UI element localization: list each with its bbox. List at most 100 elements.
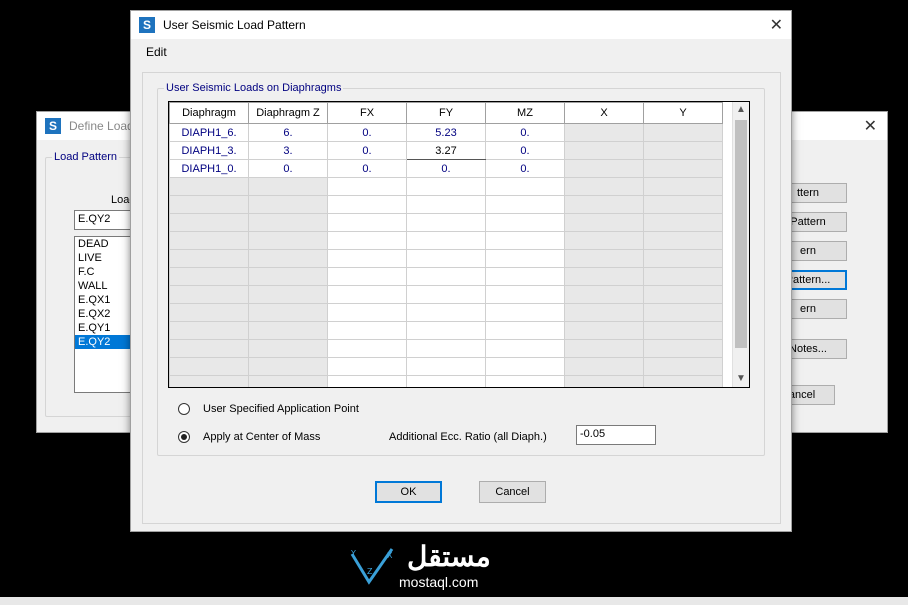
table-row: DIAPH1_3. 3. 0. 3.27 0. <box>169 141 723 160</box>
scroll-up-icon[interactable]: ▲ <box>733 102 749 118</box>
grid-cell <box>564 195 644 214</box>
grid-cell <box>406 375 486 387</box>
svg-text:Y: Y <box>350 549 356 558</box>
grid-cell <box>643 321 723 340</box>
grid-column-header: X <box>564 102 644 124</box>
table-row: DIAPH1_0. 0. 0. 0. 0. <box>169 159 723 178</box>
grid-cell[interactable]: 0. <box>485 123 565 142</box>
grid-cell <box>248 375 328 387</box>
table-row <box>169 195 723 214</box>
grid-cell <box>327 303 407 322</box>
grid-cell[interactable]: 0. <box>327 141 407 160</box>
grid-cell: DIAPH1_0. <box>169 159 249 178</box>
grid-cell <box>169 195 249 214</box>
grid-cell: 3. <box>248 141 328 160</box>
close-icon[interactable]: ✕ <box>770 15 783 35</box>
grid-cell <box>485 213 565 232</box>
center-mass-radio[interactable] <box>178 431 190 443</box>
user-point-radio[interactable] <box>178 403 190 415</box>
grid-cell[interactable]: 5.23 <box>406 123 486 142</box>
grid-cell <box>643 123 723 142</box>
grid-cell <box>248 285 328 304</box>
grid-cell <box>327 249 407 268</box>
menu-bar: Edit <box>131 40 791 62</box>
grid-cell <box>327 195 407 214</box>
grid-cell <box>485 285 565 304</box>
grid-column-header: Diaphragm <box>169 102 249 124</box>
ok-button[interactable]: OK <box>375 481 442 503</box>
grid-cell <box>169 249 249 268</box>
table-row <box>169 357 723 376</box>
grid-cell <box>406 267 486 286</box>
grid-cell <box>406 231 486 250</box>
table-row <box>169 231 723 250</box>
grid-cell <box>248 303 328 322</box>
scroll-thumb[interactable] <box>735 120 747 348</box>
grid-cell[interactable]: 0. <box>485 141 565 160</box>
grid-cell[interactable]: 0. <box>327 159 407 178</box>
grid-column-header: FX <box>327 102 407 124</box>
grid-cell <box>248 249 328 268</box>
grid-cell <box>643 177 723 196</box>
grid-cell <box>406 339 486 358</box>
grid-cell <box>643 141 723 160</box>
grid-cell <box>406 357 486 376</box>
grid-body: DIAPH1_6. 6. 0. 5.23 0. DIAPH1_3. 3. 0. 3.27 0. DI… <box>169 123 723 387</box>
grid-cell[interactable]: 0. <box>406 159 486 178</box>
grid-cell <box>248 213 328 232</box>
table-row <box>169 177 723 196</box>
grid-cell <box>485 339 565 358</box>
grid-cell <box>406 213 486 232</box>
grid-cell <box>248 195 328 214</box>
svg-text:Z: Z <box>367 567 373 576</box>
close-icon[interactable]: ✕ <box>864 116 877 136</box>
grid-cell <box>485 231 565 250</box>
grid-cell <box>169 177 249 196</box>
grid-cell <box>564 141 644 160</box>
grid-cell <box>485 177 565 196</box>
diaphragm-load-grid[interactable]: Diaphragm Diaphragm Z FX FY MZ X Y DIAPH1_6. 6.… <box>168 101 750 388</box>
menu-edit[interactable]: Edit <box>146 45 167 59</box>
grid-cell <box>564 213 644 232</box>
grid-cell <box>643 213 723 232</box>
grid-cell <box>248 231 328 250</box>
dialog-title: User Seismic Load Pattern <box>163 18 306 32</box>
grid-cell <box>643 249 723 268</box>
table-row <box>169 285 723 304</box>
grid-cell <box>169 267 249 286</box>
grid-cell <box>564 231 644 250</box>
grid-cell <box>564 285 644 304</box>
grid-cell <box>564 267 644 286</box>
ecc-ratio-input[interactable]: -0.05 <box>576 425 656 445</box>
grid-cell <box>643 375 723 387</box>
app-icon: S <box>45 118 61 134</box>
grid-cell <box>169 303 249 322</box>
app-icon: S <box>139 17 155 33</box>
grid-cell <box>564 303 644 322</box>
grid-cell <box>169 285 249 304</box>
table-row <box>169 303 723 322</box>
grid-cell <box>564 339 644 358</box>
grid-cell <box>485 249 565 268</box>
grid-vertical-scrollbar[interactable]: ▲ ▼ <box>732 102 749 387</box>
grid-cell <box>564 321 644 340</box>
grid-cell <box>169 321 249 340</box>
scroll-down-icon[interactable]: ▼ <box>733 371 749 387</box>
grid-cell <box>485 303 565 322</box>
table-row <box>169 249 723 268</box>
grid-cell <box>564 177 644 196</box>
grid-cell <box>327 177 407 196</box>
center-mass-label: Apply at Center of Mass <box>203 431 321 443</box>
watermark-arabic: مستقل <box>407 541 491 572</box>
table-row <box>169 321 723 340</box>
grid-cell <box>643 231 723 250</box>
cancel-button[interactable]: Cancel <box>479 481 546 503</box>
grid-cell <box>248 339 328 358</box>
grid-cell[interactable]: 0. <box>485 159 565 178</box>
table-row <box>169 213 723 232</box>
grid-cell <box>327 285 407 304</box>
table-row <box>169 339 723 358</box>
grid-cell[interactable]: 0. <box>327 123 407 142</box>
grid-cell[interactable]: 3.27 <box>406 141 486 160</box>
grid-cell <box>327 339 407 358</box>
